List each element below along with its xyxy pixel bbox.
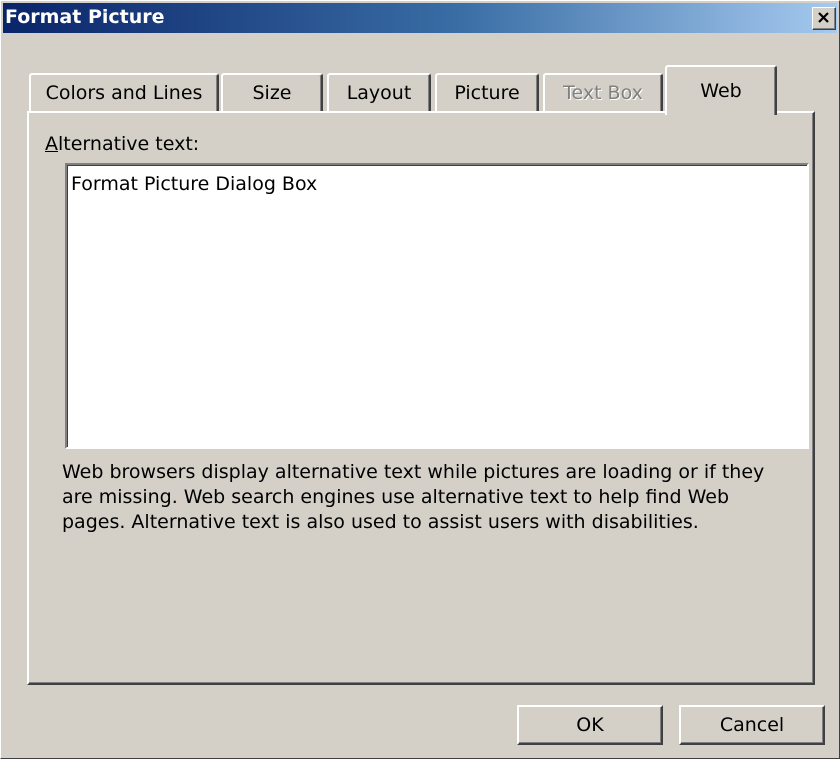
close-icon	[818, 12, 829, 23]
help-text: Web browsers display alternative text wh…	[62, 461, 765, 533]
tab-label: Size	[252, 82, 292, 104]
window-title: Format Picture	[5, 6, 165, 28]
tab-label: Colors and Lines	[45, 82, 203, 104]
ok-button[interactable]: OK	[517, 705, 663, 745]
tab-web[interactable]: Web	[665, 65, 777, 115]
tab-label: Picture	[454, 82, 520, 104]
tab-label: Layout	[346, 82, 412, 104]
alternative-text-mnemonic: A	[45, 133, 58, 155]
tab-picture[interactable]: Picture	[435, 73, 539, 111]
alternative-text-label-rest: lternative text:	[58, 133, 200, 155]
tab-colors-and-lines[interactable]: Colors and Lines	[29, 73, 219, 111]
format-picture-dialog: Format Picture Colors and Lines Size Lay…	[0, 0, 840, 759]
tab-layout[interactable]: Layout	[327, 73, 431, 111]
tab-label: Text Box	[563, 82, 643, 104]
alternative-text-label: Alternative text:	[45, 133, 199, 155]
web-tab-panel: Alternative text: Format Picture Dialog …	[27, 111, 815, 685]
tab-size[interactable]: Size	[221, 73, 323, 111]
tab-text-box: Text Box	[543, 73, 663, 111]
title-bar[interactable]: Format Picture	[3, 3, 837, 33]
close-button[interactable]	[812, 7, 836, 30]
cancel-button-label: Cancel	[719, 714, 785, 736]
ok-button-label: OK	[576, 714, 604, 736]
cancel-button[interactable]: Cancel	[679, 705, 825, 745]
alternative-text-input[interactable]: Format Picture Dialog Box	[65, 163, 809, 449]
tab-label: Web	[700, 80, 742, 102]
